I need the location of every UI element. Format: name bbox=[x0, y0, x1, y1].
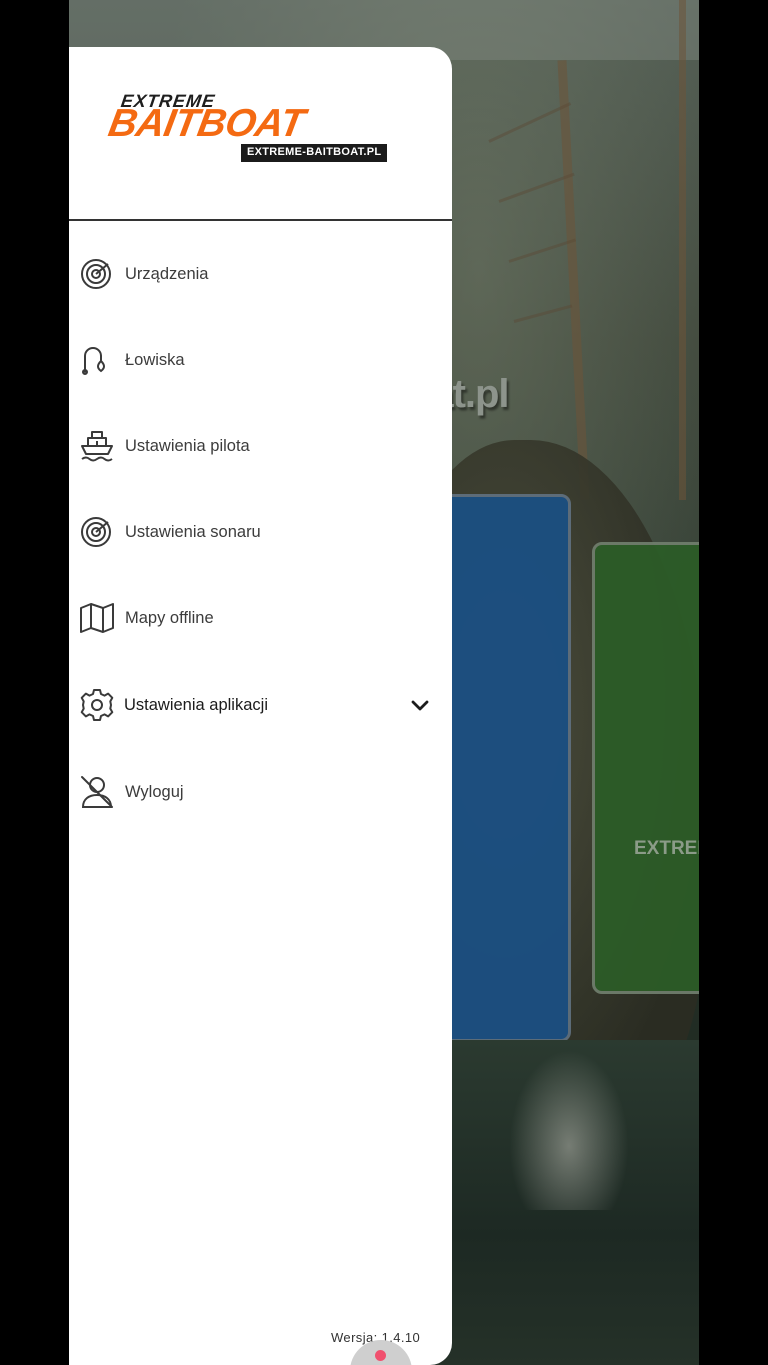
fishing-spot-icon bbox=[82, 347, 105, 375]
menu-item-app-settings[interactable]: Ustawienia aplikacji bbox=[69, 677, 452, 733]
menu-item-label: Urządzenia bbox=[125, 264, 209, 283]
device-card-green[interactable] bbox=[592, 542, 699, 994]
menu-item-devices[interactable]: Urządzenia bbox=[69, 246, 452, 302]
menu-item-remote-settings[interactable]: Ustawienia pilota bbox=[69, 418, 452, 474]
device-card-green-label: EXTREI bbox=[634, 838, 699, 859]
menu-item-label: Ustawienia aplikacji bbox=[124, 695, 268, 714]
background-branch bbox=[488, 102, 572, 143]
menu-item-fishing-spots[interactable]: Łowiska bbox=[69, 332, 452, 388]
background-branch bbox=[513, 304, 573, 323]
navigation-drawer: EXTREME BAITBOAT EXTREME-BAITBOAT.PL Urz… bbox=[69, 47, 452, 1365]
background-tree bbox=[679, 0, 686, 500]
drawer-divider bbox=[69, 219, 452, 221]
brand-logo: EXTREME BAITBOAT EXTREME-BAITBOAT.PL bbox=[69, 47, 452, 219]
menu-item-label: Wyloguj bbox=[125, 782, 184, 801]
logo-url-text: EXTREME-BAITBOAT.PL bbox=[241, 144, 388, 162]
gear-icon bbox=[80, 689, 114, 721]
logo-main-text: BAITBOAT bbox=[105, 102, 308, 145]
menu-item-label: Ustawienia pilota bbox=[125, 436, 250, 455]
menu-item-label: Mapy offline bbox=[125, 608, 214, 627]
background-branch bbox=[508, 238, 577, 263]
menu-item-label: Ustawienia sonaru bbox=[125, 522, 261, 541]
notification-dot bbox=[375, 1350, 386, 1361]
background-tree bbox=[557, 60, 590, 500]
chevron-down-icon[interactable] bbox=[409, 694, 431, 716]
menu-item-sonar-settings[interactable]: Ustawienia sonaru bbox=[69, 504, 452, 560]
radar-icon bbox=[81, 517, 111, 547]
boat-icon bbox=[81, 431, 113, 462]
map-icon bbox=[80, 603, 114, 633]
menu-item-label: Łowiska bbox=[125, 350, 185, 369]
logout-user-icon bbox=[81, 776, 113, 808]
background-splash bbox=[509, 1050, 629, 1210]
menu-item-offline-maps[interactable]: Mapy offline bbox=[69, 590, 452, 646]
menu-item-logout[interactable]: Wyloguj bbox=[69, 764, 452, 820]
radar-icon bbox=[81, 259, 111, 289]
